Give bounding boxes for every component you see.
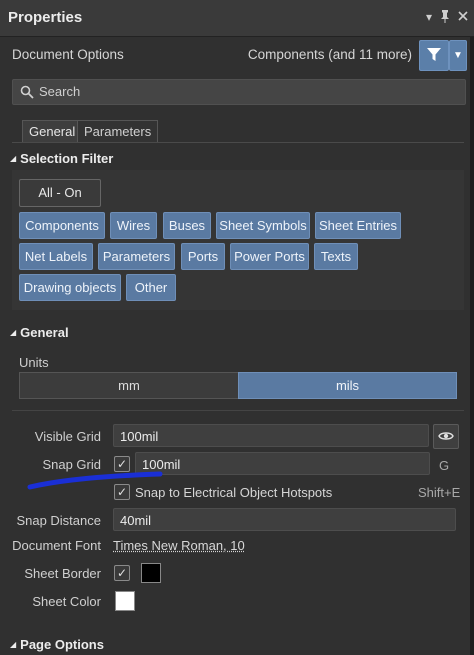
filter-chip-other[interactable]: Other xyxy=(126,274,176,301)
search-placeholder: Search xyxy=(39,84,81,99)
snap-grid-shortcut: G xyxy=(439,458,450,473)
scrollbar[interactable] xyxy=(470,37,474,655)
visible-grid-label: Visible Grid xyxy=(34,429,101,444)
snap-distance-label: Snap Distance xyxy=(16,513,101,528)
section-general[interactable]: ◢ General xyxy=(10,325,69,340)
divider xyxy=(12,410,464,411)
collapse-triangle-icon: ◢ xyxy=(10,640,17,649)
filter-button[interactable] xyxy=(419,40,449,71)
filter-chip-ports[interactable]: Ports xyxy=(181,243,225,270)
snap-grid-checkbox[interactable]: ✓ xyxy=(114,456,130,472)
units-mils-button[interactable]: mils xyxy=(238,372,457,399)
snap-hotspots-checkbox[interactable]: ✓ xyxy=(114,484,130,500)
tab-general[interactable]: General xyxy=(22,120,83,143)
filter-chip-parameters[interactable]: Parameters xyxy=(98,243,175,270)
filter-chip-net-labels[interactable]: Net Labels xyxy=(19,243,93,270)
tab-divider xyxy=(12,142,464,143)
section-selection-filter[interactable]: ◢ Selection Filter xyxy=(10,151,113,166)
filter-chip-buses[interactable]: Buses xyxy=(163,212,211,239)
sheet-color-label: Sheet Color xyxy=(32,594,101,609)
collapse-triangle-icon: ◢ xyxy=(10,328,17,337)
filter-chip-texts[interactable]: Texts xyxy=(314,243,358,270)
collapse-triangle-icon: ◢ xyxy=(10,154,17,163)
sheet-color-swatch[interactable] xyxy=(115,591,135,611)
panel-title: Properties xyxy=(8,9,83,26)
section-title: Selection Filter xyxy=(20,151,114,166)
document-options-label: Document Options xyxy=(12,47,124,62)
search-icon xyxy=(20,85,34,99)
section-title: General xyxy=(20,325,69,340)
document-font-label: Document Font xyxy=(12,538,101,553)
close-icon[interactable] xyxy=(456,9,470,25)
filter-icon xyxy=(427,48,441,61)
panel-titlebar: Properties ▾ xyxy=(0,0,474,37)
filter-chip-sheet-symbols[interactable]: Sheet Symbols xyxy=(216,212,310,239)
units-label: Units xyxy=(19,355,49,370)
snap-hotspots-label: Snap to Electrical Object Hotspots xyxy=(135,485,333,500)
tab-parameters[interactable]: Parameters xyxy=(77,120,159,143)
eye-icon xyxy=(438,432,454,440)
check-icon: ✓ xyxy=(116,485,128,499)
filter-chip-power-ports[interactable]: Power Ports xyxy=(230,243,309,270)
document-font-link[interactable]: Times New Roman, 10 xyxy=(113,538,245,553)
dropdown-arrow-icon[interactable]: ▾ xyxy=(422,9,436,25)
units-mm-button[interactable]: mm xyxy=(19,372,239,399)
pin-icon[interactable] xyxy=(438,9,452,25)
check-icon: ✓ xyxy=(116,457,128,471)
sheet-border-checkbox[interactable]: ✓ xyxy=(114,565,130,581)
section-page-options[interactable]: ◢ Page Options xyxy=(10,637,104,652)
filter-chip-components[interactable]: Components xyxy=(19,212,105,239)
chevron-down-icon: ▼ xyxy=(453,50,463,61)
snap-distance-field[interactable]: 40mil xyxy=(113,508,456,531)
filter-chip-drawing-objects[interactable]: Drawing objects xyxy=(19,274,121,301)
search-input[interactable]: Search xyxy=(12,79,466,105)
sheet-border-color-swatch[interactable] xyxy=(141,563,161,583)
snap-grid-label: Snap Grid xyxy=(42,457,101,472)
components-count: Components (and 11 more) xyxy=(247,47,412,62)
check-icon: ✓ xyxy=(116,566,128,580)
section-title: Page Options xyxy=(20,637,104,652)
filter-dropdown-button[interactable]: ▼ xyxy=(449,40,467,71)
snap-hotspots-shortcut: Shift+E xyxy=(418,485,461,500)
snap-grid-field[interactable]: 100mil xyxy=(135,452,430,475)
filter-chip-wires[interactable]: Wires xyxy=(110,212,157,239)
visible-grid-toggle[interactable] xyxy=(433,424,459,449)
sheet-border-label: Sheet Border xyxy=(24,566,101,581)
filter-chip-sheet-entries[interactable]: Sheet Entries xyxy=(315,212,401,239)
all-on-button[interactable]: All - On xyxy=(19,179,101,207)
visible-grid-field[interactable]: 100mil xyxy=(113,424,429,447)
